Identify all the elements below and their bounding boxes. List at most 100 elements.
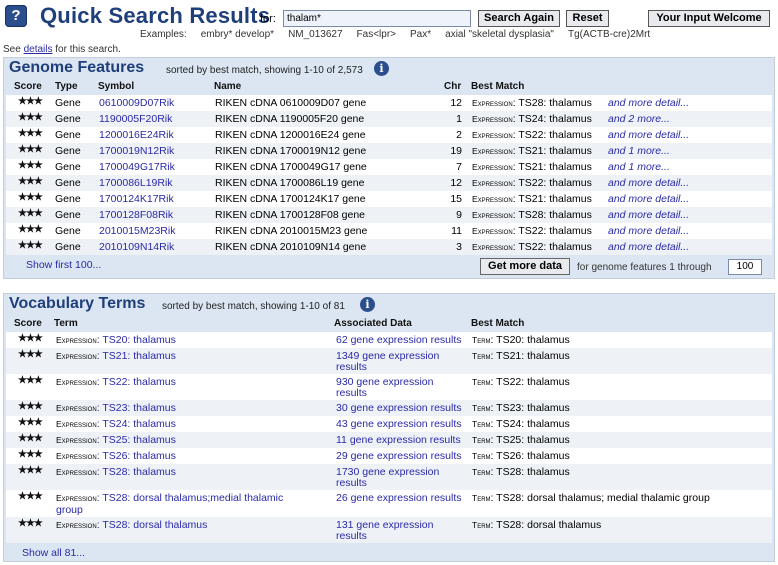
table-row: ★★★ Expression: TS22: thalamus 930 gene ex… [6,374,772,400]
reset-button[interactable]: Reset [566,10,609,27]
best-match-cell: Term: TS22: thalamus [472,376,570,388]
type-cell: Gene [55,241,81,253]
term-link[interactable]: : TS28: dorsal thalamus [97,519,208,531]
example-item[interactable]: Fas<lpr> [357,29,396,40]
score-stars: ★★★ [18,333,43,344]
best-match-cell: Term: TS21: thalamus [472,350,570,362]
more-detail-link[interactable]: and more detail... [608,129,689,141]
score-stars: ★★★ [18,176,43,187]
associated-data-link[interactable]: 30 gene expression results [336,402,462,414]
col-type[interactable]: Type [55,81,78,92]
match-text: : TS26: thalamus [490,450,570,462]
more-detail-link[interactable]: and 2 more... [608,113,670,125]
symbol-link[interactable]: 1700124K17Rik [99,193,174,205]
score-stars: ★★★ [18,491,43,502]
more-detail-link[interactable]: and more detail... [608,225,689,237]
example-item[interactable]: NM_013627 [288,29,342,40]
term-link[interactable]: : TS20: thalamus [97,334,176,346]
type-cell: Gene [55,177,81,189]
symbol-link[interactable]: 1190005F20Rik [99,113,172,125]
col-name[interactable]: Name [214,81,241,92]
more-detail-link[interactable]: and 1 more... [608,161,670,173]
score-stars: ★★★ [18,224,43,235]
symbol-link[interactable]: 0610009D07Rik [99,97,174,109]
col-associated-data[interactable]: Associated Data [334,318,412,329]
info-icon[interactable]: i [360,297,375,312]
symbol-link[interactable]: 2010015M23Rik [99,225,175,237]
more-detail-link[interactable]: and more detail... [608,193,689,205]
example-item[interactable]: axial "skeletal dysplasia" [445,29,554,40]
term-link-cont[interactable]: group [56,504,83,516]
associated-data-link-cont[interactable]: results [336,387,367,399]
example-item[interactable]: Pax* [410,29,431,40]
chr-cell: 7 [456,161,462,173]
more-detail-link[interactable]: and more detail... [608,241,689,253]
associated-data-link[interactable]: 11 gene expression results [336,434,461,446]
term-link[interactable]: : TS26: thalamus [97,450,176,462]
example-item[interactable]: embry* develop* [201,29,274,40]
type-cell: Gene [55,225,81,237]
show-all-81-link[interactable]: Show all 81... [22,547,85,559]
info-icon[interactable]: i [374,61,389,76]
search-input[interactable]: thalam* [283,10,471,27]
expression-label: Expression [56,451,97,461]
term-cell: Expression: TS28: dorsal thalamus [56,519,207,531]
col-best-match[interactable]: Best Match [471,318,524,329]
your-input-welcome-button[interactable]: Your Input Welcome [648,10,770,27]
associated-data-link[interactable]: 26 gene expression results [336,492,462,504]
term-link[interactable]: : TS23: thalamus [97,402,176,414]
term-link[interactable]: : TS28: thalamus [97,466,176,478]
symbol-link[interactable]: 1700019N12Rik [99,145,174,157]
symbol-link[interactable]: 1700049G17Rik [99,161,175,173]
more-detail-link[interactable]: and more detail... [608,97,689,109]
more-detail-link[interactable]: and 1 more... [608,145,670,157]
name-cell: RIKEN cDNA 1200016E24 gene [215,129,366,141]
associated-data-link[interactable]: 43 gene expression results [336,418,462,430]
chr-cell: 12 [450,97,462,109]
col-term[interactable]: Term [54,318,78,329]
col-score[interactable]: Score [14,81,42,92]
expression-label: Expression [472,178,513,188]
associated-data-link-cont[interactable]: results [336,477,367,489]
col-best-match[interactable]: Best Match [471,81,524,92]
expression-label: Expression [472,226,513,236]
expression-label: Expression [472,98,513,108]
associated-data-link[interactable]: 29 gene expression results [336,450,462,462]
expression-label: Expression [56,520,97,530]
term-link[interactable]: : TS28: dorsal thalamus;medial thalamic [97,492,284,504]
term-link[interactable]: : TS24: thalamus [97,418,176,430]
show-first-100-link[interactable]: Show first 100... [26,259,101,271]
symbol-link[interactable]: 1700128F08Rik [99,209,173,221]
details-link[interactable]: details [24,44,53,55]
type-cell: Gene [55,193,81,205]
match-text: : TS20: thalamus [490,334,570,346]
example-item[interactable]: Tg(ACTB-cre)2Mrt [568,29,650,40]
more-detail-link[interactable]: and more detail... [608,177,689,189]
get-more-data-button[interactable]: Get more data [480,258,570,275]
match-text: : TS22: thalamus [512,129,592,141]
col-score[interactable]: Score [14,318,42,329]
term-label: Term [472,403,491,413]
col-chr[interactable]: Chr [444,81,461,92]
term-cell: Expression: TS26: thalamus [56,450,176,462]
examples-label: Examples: [140,29,187,40]
associated-data-link-cont[interactable]: results [336,530,367,542]
symbol-link[interactable]: 1200016E24Rik [99,129,174,141]
symbol-link[interactable]: 2010109N14Rik [99,241,174,253]
vocabulary-terms-section: Vocabulary Terms sorted by best match, s… [3,293,775,562]
symbol-link[interactable]: 1700086L19Rik [99,177,173,189]
score-stars: ★★★ [18,518,43,529]
term-link[interactable]: : TS25: thalamus [97,434,176,446]
term-link[interactable]: : TS21: thalamus [97,350,176,362]
match-text: : TS25: thalamus [490,434,570,446]
associated-data-link-cont[interactable]: results [336,361,367,373]
more-detail-link[interactable]: and more detail... [608,209,689,221]
associated-data-link[interactable]: 62 gene expression results [336,334,462,346]
see-suffix: for this search. [55,44,121,55]
col-symbol[interactable]: Symbol [98,81,134,92]
through-input[interactable]: 100 [728,259,762,275]
search-again-button[interactable]: Search Again [478,10,560,27]
help-icon[interactable]: ? [5,5,27,27]
term-link[interactable]: : TS22: thalamus [97,376,176,388]
table-row: ★★★ Expression: TS25: thalamus 11 gene exp… [6,432,772,448]
